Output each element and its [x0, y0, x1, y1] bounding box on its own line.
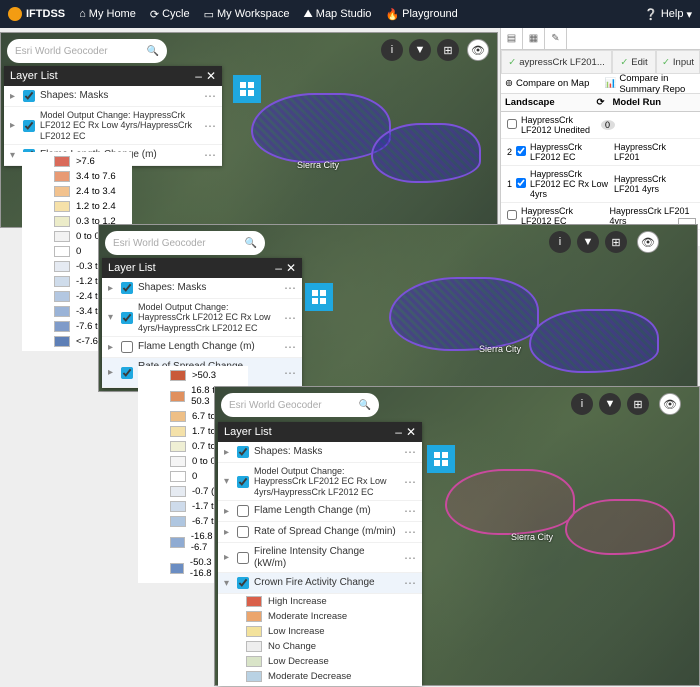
close-icon[interactable]: ✕: [206, 69, 216, 83]
table-header: Landscape⟳Model Run: [501, 94, 700, 112]
city-label: Sierra City: [297, 161, 339, 170]
legend-item: >50.3: [142, 368, 244, 383]
info-icon[interactable]: i: [571, 393, 593, 415]
layer-row[interactable]: ▸Flame Length Change (m)⋯: [102, 337, 302, 358]
search-icon[interactable]: 🔍: [245, 238, 257, 249]
layer-row[interactable]: ▾Model Output Change: HaypressCrk LF2012…: [218, 463, 422, 501]
basemap-button[interactable]: [427, 445, 455, 473]
legend-item: Low Increase: [218, 624, 422, 639]
layer-row[interactable]: ▸Shapes: Masks⋯: [102, 278, 302, 299]
legend-item: 3.4 to 7.6: [26, 169, 128, 184]
search-input[interactable]: Esri World Geocoder🔍: [221, 393, 379, 417]
brand: IFTDSS: [8, 7, 65, 21]
layer-list-3: Layer List–✕ ▸Shapes: Masks⋯ ▾Model Outp…: [218, 422, 422, 686]
minimize-icon[interactable]: –: [195, 69, 202, 83]
layer-row[interactable]: ▸Shapes: Masks⋯: [4, 86, 222, 107]
city-label: Sierra City: [479, 345, 521, 354]
legend-item: 1.2 to 2.4: [26, 199, 128, 214]
search-input[interactable]: Esri World Geocoder🔍: [7, 39, 167, 63]
layer-list-title: Layer List: [10, 70, 58, 82]
add-icon[interactable]: ⊞: [437, 39, 459, 61]
legend-item: High Decrease: [218, 684, 422, 686]
basemap-button[interactable]: [305, 283, 333, 311]
legend-item: >7.6: [26, 154, 128, 169]
add-icon[interactable]: ⊞: [605, 231, 627, 253]
filter-icon[interactable]: ▼: [599, 393, 621, 415]
close-icon[interactable]: ✕: [406, 425, 416, 439]
visibility-icon[interactable]: 👁: [637, 231, 659, 253]
edit-tab[interactable]: ✓Edit: [612, 50, 656, 74]
layer-row[interactable]: ▸Rate of Spread Change (m/min)⋯: [218, 522, 422, 543]
layer-row[interactable]: ▸Shapes: Masks⋯: [218, 442, 422, 463]
nav-workspace[interactable]: ▭ My Workspace: [204, 8, 290, 21]
filter-icon[interactable]: ▼: [577, 231, 599, 253]
layer-row[interactable]: ▸Flame Length Change (m)⋯: [218, 501, 422, 522]
table-row[interactable]: HaypressCrk LF2012 Unedited0: [501, 112, 700, 139]
info-icon[interactable]: i: [549, 231, 571, 253]
minimize-icon[interactable]: –: [275, 261, 282, 275]
city-label: Sierra City: [511, 533, 553, 542]
table-row[interactable]: 1HaypressCrk LF2012 EC Rx Low 4yrsHaypre…: [501, 166, 700, 203]
compare-map[interactable]: ⊚ Compare on Map: [501, 74, 601, 93]
compare-panel: ▤ ▦ ✎ ✓aypressCrk LF201... ✓Edit ✓Input …: [500, 28, 700, 246]
close-icon[interactable]: ✕: [286, 261, 296, 275]
layer-row[interactable]: ▾Crown Fire Activity Change⋯: [218, 573, 422, 594]
search-icon[interactable]: 🔍: [147, 46, 159, 57]
nav-cycle[interactable]: ⟳ Cycle: [150, 8, 190, 21]
top-nav: IFTDSS ⌂ My Home ⟳ Cycle ▭ My Workspace …: [0, 0, 700, 28]
legend-item: Moderate Decrease: [218, 669, 422, 684]
legend-item: High Increase: [218, 594, 422, 609]
layer-row[interactable]: ▸Fireline Intensity Change (kW/m)⋯: [218, 543, 422, 573]
input-tab[interactable]: ✓Input: [656, 50, 700, 74]
layer-row[interactable]: ▸Model Output Change: HaypressCrk LF2012…: [4, 107, 222, 145]
legend-item: Moderate Increase: [218, 609, 422, 624]
legend-item: 2.4 to 3.4: [26, 184, 128, 199]
tab-table-icon[interactable]: ▦: [523, 28, 545, 49]
nav-playground[interactable]: 🔥 Playground: [385, 8, 457, 21]
search-input[interactable]: Esri World Geocoder🔍: [105, 231, 265, 255]
search-icon[interactable]: 🔍: [359, 400, 371, 411]
visibility-icon[interactable]: 👁: [659, 393, 681, 415]
visibility-icon[interactable]: 👁: [467, 39, 489, 61]
add-icon[interactable]: ⊞: [627, 393, 649, 415]
basemap-button[interactable]: [233, 75, 261, 103]
info-icon[interactable]: i: [381, 39, 403, 61]
compare-summary[interactable]: 📊 Compare in Summary Repo: [601, 74, 700, 93]
file-tab[interactable]: ✓aypressCrk LF201...: [501, 50, 612, 74]
filter-icon[interactable]: ▼: [409, 39, 431, 61]
nav-mapstudio[interactable]: ⛰ Map Studio: [304, 8, 372, 21]
legend-item: Low Decrease: [218, 654, 422, 669]
legend-item: No Change: [218, 639, 422, 654]
layer-row[interactable]: ▾Model Output Change: HaypressCrk LF2012…: [102, 299, 302, 337]
table-row[interactable]: 2HaypressCrk LF2012 ECHaypressCrk LF201: [501, 139, 700, 166]
nav-help[interactable]: ❔ Help ▾: [644, 8, 692, 21]
minimize-icon[interactable]: –: [395, 425, 402, 439]
tab-edit-icon[interactable]: ✎: [545, 28, 567, 49]
nav-home[interactable]: ⌂ My Home: [79, 8, 136, 20]
tab-layers-icon[interactable]: ▤: [501, 28, 523, 49]
